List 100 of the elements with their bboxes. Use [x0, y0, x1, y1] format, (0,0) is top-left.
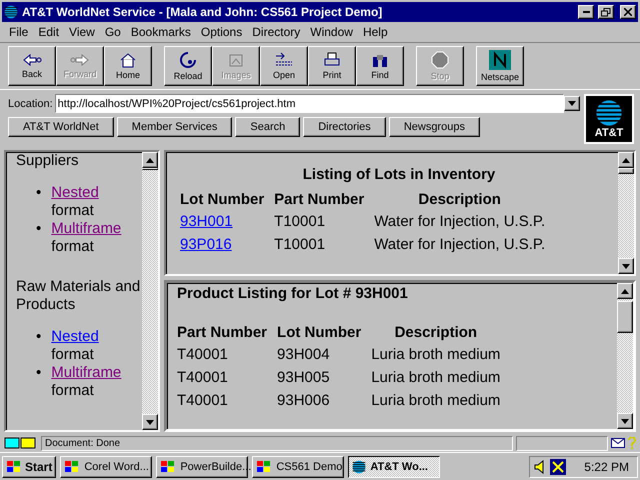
- taskbar-button[interactable]: AT&T Wo...: [348, 456, 440, 478]
- scroll-down-button[interactable]: [617, 413, 633, 429]
- bullet: •: [36, 220, 42, 239]
- column-header: Part Number: [274, 190, 366, 210]
- binoculars-icon: [371, 52, 389, 68]
- close-icon: [624, 8, 632, 16]
- frame-title: Product Listing for Lot # 93H001: [177, 285, 409, 302]
- speaker-icon[interactable]: [534, 460, 546, 474]
- table-cell-text: 93H004: [277, 345, 331, 365]
- directory-button[interactable]: AT&T WorldNet: [8, 117, 114, 137]
- link-suffix: format: [51, 202, 95, 220]
- directory-button[interactable]: Newsgroups: [388, 117, 480, 137]
- toolbar-button[interactable]: Find: [356, 46, 404, 86]
- section-heading: Suppliers: [16, 152, 80, 170]
- clock: 5:22 PM: [584, 460, 629, 474]
- close-button[interactable]: [620, 5, 636, 19]
- location-field[interactable]: http://localhost/WPI%20Project/cs561project.htm: [54, 94, 564, 113]
- menu-item[interactable]: Options: [196, 25, 248, 39]
- window-title: AT&T WorldNet Service - [Mala and John: CS561 Project Demo]: [22, 5, 384, 19]
- toolbar-button[interactable]: Open: [260, 46, 308, 86]
- bullet: •: [36, 184, 42, 203]
- printer-icon: [323, 52, 341, 68]
- frame-title: Listing of Lots in Inventory: [302, 166, 496, 183]
- toolbar-button[interactable]: Print: [308, 46, 356, 86]
- menu-item[interactable]: Directory: [247, 25, 306, 39]
- status-text: Document: Done: [41, 436, 513, 450]
- scroll-down-button[interactable]: [142, 414, 158, 430]
- toolbar-button[interactable]: Netscape: [476, 46, 524, 86]
- scroll-thumb[interactable]: [617, 301, 633, 333]
- table-cell-text: Luria broth medium: [371, 345, 502, 365]
- directory-button[interactable]: Member Services: [116, 117, 232, 137]
- stop-sign-icon: [431, 51, 449, 69]
- mail-icon: [611, 438, 625, 448]
- scroll-thumb[interactable]: [618, 168, 634, 174]
- column-header: Part Number: [177, 323, 268, 343]
- start-button[interactable]: Start: [2, 456, 56, 478]
- up-arrow-icon: [622, 158, 630, 162]
- windows-flag-icon: [6, 460, 22, 474]
- menu-item[interactable]: Edit: [33, 25, 64, 39]
- scroll-down-button[interactable]: [618, 258, 634, 274]
- link[interactable]: Multiframe: [51, 364, 122, 381]
- letter-n-icon: [489, 50, 511, 70]
- table-cell-text: 93H006: [277, 391, 331, 411]
- table-cell: T10001: [274, 210, 374, 233]
- menu-item[interactable]: View: [64, 25, 100, 39]
- scroll-thumb[interactable]: [142, 168, 158, 170]
- section-heading: Raw Materials and Products: [16, 278, 142, 314]
- menu-item[interactable]: File: [4, 25, 34, 39]
- table-cell-text: Luria broth medium: [371, 368, 502, 388]
- app-icon: [352, 460, 366, 474]
- location-label: Location:: [8, 98, 53, 110]
- down-arrow-icon: [568, 101, 576, 106]
- dropdown-button[interactable]: [564, 96, 580, 111]
- menu-item[interactable]: Window: [305, 25, 358, 39]
- scrollbar[interactable]: [617, 283, 633, 429]
- lot-link[interactable]: 93P016: [180, 236, 232, 253]
- down-arrow-icon: [622, 264, 630, 268]
- picture-icon: [227, 52, 245, 68]
- column-header: Lot Number: [180, 190, 266, 210]
- table-cell-text: T40001: [177, 368, 229, 388]
- link-suffix: format: [51, 346, 95, 364]
- toolbar-button[interactable]: Back: [8, 46, 56, 86]
- up-arrow-icon: [146, 158, 154, 162]
- app-icon: [160, 460, 176, 474]
- toolbar-button[interactable]: Home: [104, 46, 152, 86]
- restore-button[interactable]: [598, 5, 614, 19]
- forward-arrow-icon: [70, 53, 90, 67]
- taskbar-button[interactable]: Corel Word...: [60, 456, 152, 478]
- directory-button[interactable]: Directories: [303, 117, 386, 137]
- link-suffix: format: [51, 382, 95, 400]
- table-cell-text: Water for Injection, U.S.P.: [374, 212, 546, 232]
- open-icon: [274, 52, 294, 68]
- taskbar-button[interactable]: CS561 Demo: [252, 456, 344, 478]
- down-arrow-icon: [146, 420, 154, 424]
- table-cell: T10001: [274, 233, 374, 256]
- link[interactable]: Multiframe: [51, 220, 122, 237]
- menu-item[interactable]: Help: [358, 25, 393, 39]
- menu-item[interactable]: Bookmarks: [126, 25, 196, 39]
- scroll-up-button[interactable]: [617, 283, 633, 299]
- link[interactable]: Nested: [51, 328, 99, 345]
- column-header: Description: [394, 323, 478, 343]
- lot-link[interactable]: 93H001: [180, 213, 233, 230]
- directory-button[interactable]: Search: [235, 117, 300, 137]
- column-header: Lot Number: [277, 323, 362, 343]
- up-arrow-icon: [621, 288, 629, 294]
- scrollbar[interactable]: [142, 152, 158, 430]
- toolbar-button[interactable]: Reload: [164, 46, 212, 86]
- minimize-button[interactable]: [578, 5, 594, 19]
- bullet: •: [36, 364, 42, 383]
- scroll-up-button[interactable]: [618, 152, 634, 168]
- globe-icon: [595, 99, 623, 127]
- link[interactable]: Nested: [51, 184, 99, 201]
- scroll-up-button[interactable]: [142, 152, 158, 168]
- house-icon: [119, 52, 137, 68]
- table-cell-text: Luria broth medium: [371, 391, 502, 411]
- menu-item[interactable]: Go: [100, 25, 126, 39]
- table-cell-text: Water for Injection, U.S.P.: [374, 235, 546, 255]
- restore-icon: [601, 8, 611, 16]
- table-cell-text: 93H005: [277, 368, 331, 388]
- scrollbar[interactable]: [618, 152, 634, 274]
